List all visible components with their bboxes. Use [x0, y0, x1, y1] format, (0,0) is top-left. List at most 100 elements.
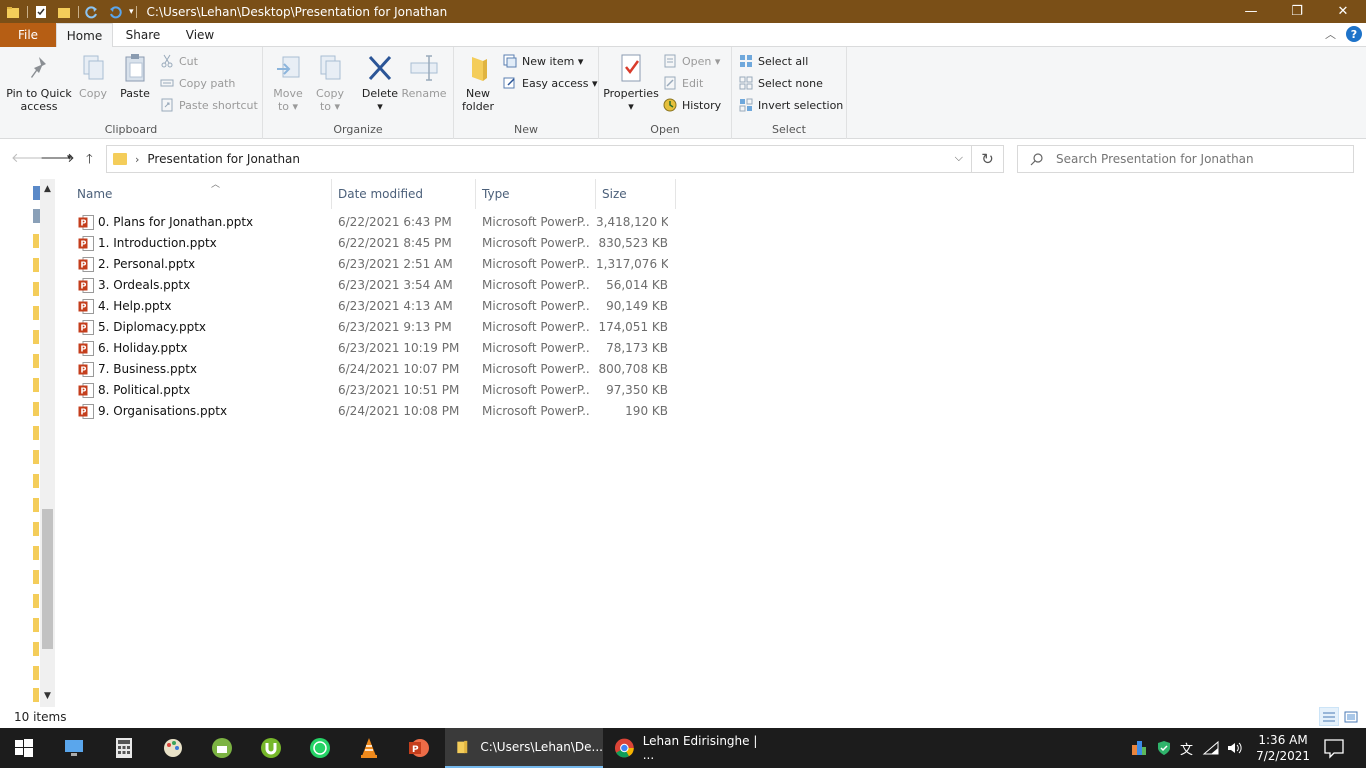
search-input[interactable] [1056, 152, 1346, 166]
table-row[interactable]: P 2. Personal.pptx 6/23/2021 2:51 AM Micros… [76, 254, 676, 275]
move-to-button[interactable]: Move to ▾ [271, 51, 305, 113]
scroll-up-arrow-icon[interactable]: ▲ [42, 184, 53, 194]
tab-share[interactable]: Share [113, 23, 173, 47]
minimize-ribbon-icon[interactable]: ︿ [1325, 26, 1336, 42]
nav-folder-icon[interactable] [33, 522, 39, 536]
tab-view[interactable]: View [173, 23, 227, 47]
help-icon[interactable]: ? [1346, 26, 1362, 42]
table-row[interactable]: P 1. Introduction.pptx 6/22/2021 8:45 PM Mi… [76, 233, 676, 254]
close-button[interactable]: ✕ [1320, 0, 1366, 23]
new-item-button[interactable]: New item ▾ [503, 54, 583, 68]
copy-path-button[interactable]: Copy path [160, 76, 235, 90]
android-app-icon[interactable] [210, 736, 234, 760]
chevron-down-icon[interactable]: ⌵ [955, 151, 963, 165]
customize-toolbar-icon[interactable]: ▾ [129, 7, 134, 17]
nav-folder-icon[interactable] [33, 234, 39, 248]
nav-folder-icon[interactable] [33, 474, 39, 488]
redo-icon[interactable] [85, 5, 99, 19]
table-row[interactable]: P 4. Help.pptx 6/23/2021 4:13 AM Microsoft … [76, 296, 676, 317]
nav-folder-icon[interactable] [33, 306, 39, 320]
pin-to-quick-access-button[interactable]: Pin to Quick access [6, 51, 72, 113]
file-name[interactable]: 9. Organisations.pptx [98, 404, 227, 418]
minimize-button[interactable]: — [1228, 0, 1274, 23]
nav-folder-icon[interactable] [33, 258, 39, 272]
nav-folder-icon[interactable] [33, 642, 39, 656]
open-button[interactable]: Open ▾ [663, 54, 720, 68]
windows-start-icon[interactable] [12, 736, 36, 760]
table-row[interactable]: P 5. Diplomacy.pptx 6/23/2021 9:13 PM Micro… [76, 317, 676, 338]
file-name[interactable]: 5. Diplomacy.pptx [98, 320, 206, 334]
properties-button[interactable]: Properties ▾ [603, 51, 659, 113]
nav-folder-icon[interactable] [33, 354, 39, 368]
copy-to-button[interactable]: Copy to ▾ [313, 51, 347, 113]
large-icons-view-button[interactable] [1341, 707, 1361, 726]
paste-button[interactable]: Paste [118, 51, 152, 100]
nav-folder-icon[interactable] [33, 498, 39, 512]
vlc-icon[interactable] [357, 736, 381, 760]
nav-folder-icon[interactable] [33, 546, 39, 560]
file-name[interactable]: 1. Introduction.pptx [98, 236, 217, 250]
nav-folder-icon[interactable] [33, 450, 39, 464]
this-pc-icon[interactable] [62, 736, 86, 760]
nav-folder-icon[interactable] [33, 426, 39, 440]
new-folder-icon[interactable] [57, 5, 71, 19]
undo-icon[interactable] [108, 5, 122, 19]
table-row[interactable]: P 9. Organisations.pptx 6/24/2021 10:08 PM… [76, 401, 676, 422]
column-header-date[interactable]: Date modified [332, 179, 476, 209]
table-row[interactable]: P 6. Holiday.pptx 6/23/2021 10:19 PM Micros… [76, 338, 676, 359]
notification-center-icon[interactable] [1322, 736, 1346, 760]
address-bar[interactable]: › Presentation for Jonathan ⌵ [106, 145, 972, 173]
file-name[interactable]: 3. Ordeals.pptx [98, 278, 190, 292]
column-header-name[interactable]: ︿ Name [71, 179, 332, 209]
nav-folder-icon[interactable] [33, 594, 39, 608]
new-folder-button[interactable]: New folder [460, 51, 496, 113]
up-arrow-icon[interactable]: 🡑 [86, 150, 93, 172]
details-view-button[interactable] [1319, 707, 1339, 726]
search-box[interactable] [1017, 145, 1354, 173]
nav-folder-icon[interactable] [33, 330, 39, 344]
nav-folder-icon[interactable] [33, 282, 39, 296]
file-name[interactable]: 4. Help.pptx [98, 299, 171, 313]
calculator-icon[interactable] [112, 736, 136, 760]
security-shield-icon[interactable] [1156, 740, 1172, 756]
table-row[interactable]: P 7. Business.pptx 6/24/2021 10:07 PM Micro… [76, 359, 676, 380]
scroll-down-arrow-icon[interactable]: ▼ [42, 691, 53, 701]
table-row[interactable]: P 3. Ordeals.pptx 6/23/2021 3:54 AM Microso… [76, 275, 676, 296]
file-name[interactable]: 8. Political.pptx [98, 383, 190, 397]
tab-file[interactable]: File [0, 23, 56, 47]
utorrent-icon[interactable] [259, 736, 283, 760]
wifi-icon[interactable] [1202, 740, 1220, 756]
paste-shortcut-button[interactable]: Paste shortcut [160, 98, 258, 112]
nav-folder-icon[interactable] [33, 688, 39, 702]
nav-scrollbar[interactable]: ▲ ▼ [40, 179, 55, 707]
column-header-size[interactable]: Size [596, 179, 676, 209]
history-button[interactable]: History [663, 98, 721, 112]
cut-button[interactable]: Cut [160, 54, 198, 68]
nav-folder-icon[interactable] [33, 666, 39, 680]
column-header-type[interactable]: Type [476, 179, 596, 209]
taskbar-explorer-window[interactable]: C:\Users\Lehan\De... [445, 728, 603, 768]
nav-folder-icon[interactable] [33, 378, 39, 392]
tray-app-icon[interactable] [1130, 739, 1148, 757]
nav-scrollbar-thumb[interactable] [42, 509, 53, 649]
delete-button[interactable]: Delete ▾ [360, 51, 400, 113]
nav-folder-icon[interactable] [33, 402, 39, 416]
properties-icon[interactable] [34, 5, 48, 19]
file-name[interactable]: 6. Holiday.pptx [98, 341, 188, 355]
paint-icon[interactable] [161, 736, 185, 760]
whatsapp-icon[interactable] [308, 736, 332, 760]
nav-folder-icon[interactable] [33, 570, 39, 584]
recent-locations-icon[interactable]: ▾ [67, 153, 72, 163]
volume-icon[interactable] [1226, 740, 1244, 756]
table-row[interactable]: P 8. Political.pptx 6/23/2021 10:51 PM Micr… [76, 380, 676, 401]
file-name[interactable]: 0. Plans for Jonathan.pptx [98, 215, 253, 229]
clock[interactable]: 1:36 AM 7/2/2021 [1256, 732, 1310, 764]
restore-button[interactable]: ❐ [1274, 0, 1320, 23]
tab-home[interactable]: Home [56, 23, 113, 48]
input-method-icon[interactable]: 文 [1180, 739, 1193, 758]
easy-access-button[interactable]: Easy access ▾ [503, 76, 598, 90]
select-none-button[interactable]: Select none [739, 76, 823, 90]
file-name[interactable]: 2. Personal.pptx [98, 257, 195, 271]
powerpoint-icon[interactable]: P [406, 736, 430, 760]
refresh-button[interactable]: ↻ [972, 145, 1004, 173]
